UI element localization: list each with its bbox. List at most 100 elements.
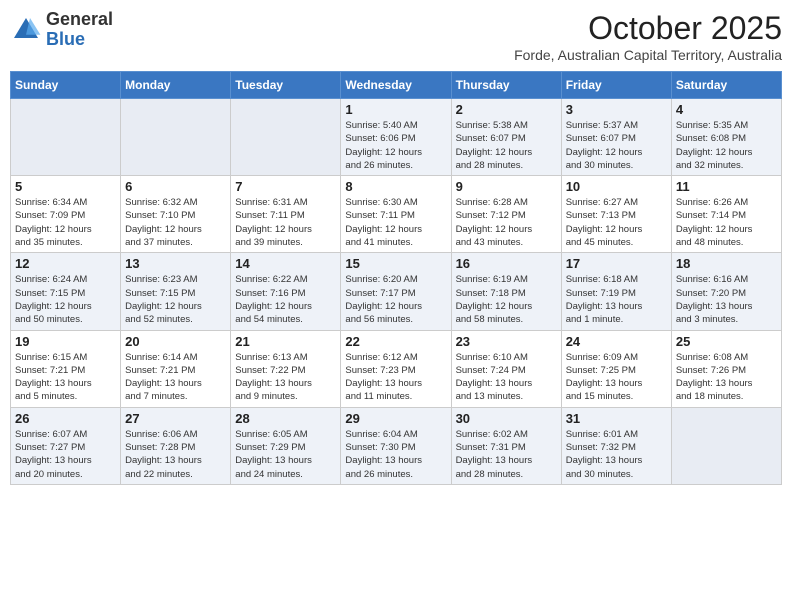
calendar-cell: 15Sunrise: 6:20 AM Sunset: 7:17 PM Dayli… — [341, 253, 451, 330]
location: Forde, Australian Capital Territory, Aus… — [514, 47, 782, 63]
calendar-cell: 9 Sunrise: 6:28 AM Sunset: 7:12 PM Daylig… — [451, 176, 561, 253]
day-number: 31 — [566, 411, 667, 426]
day-info: Sunrise: 6:24 AM Sunset: 7:15 PM Dayligh… — [15, 273, 116, 326]
day-info: Sunrise: 6:19 AM Sunset: 7:18 PM Dayligh… — [456, 273, 557, 326]
day-info: Sunrise: 6:07 AM Sunset: 7:27 PM Dayligh… — [15, 428, 116, 481]
day-number: 9 — [456, 179, 557, 194]
day-number: 28 — [235, 411, 336, 426]
calendar-header-row: SundayMondayTuesdayWednesdayThursdayFrid… — [11, 72, 782, 99]
calendar-cell: 21Sunrise: 6:13 AM Sunset: 7:22 PM Dayli… — [231, 330, 341, 407]
calendar-cell: 31 Sunrise: 6:01 AM Sunset: 7:32 PM Dayli… — [561, 407, 671, 484]
title-block: October 2025 Forde, Australian Capital T… — [514, 10, 782, 63]
day-number: 22 — [345, 334, 446, 349]
day-info: Sunrise: 6:16 AM Sunset: 7:20 PM Dayligh… — [676, 273, 777, 326]
col-header-monday: Monday — [121, 72, 231, 99]
day-info: Sunrise: 6:32 AM Sunset: 7:10 PM Dayligh… — [125, 196, 226, 249]
day-number: 2 — [456, 102, 557, 117]
day-info: Sunrise: 6:12 AM Sunset: 7:23 PM Dayligh… — [345, 351, 446, 404]
calendar-cell: 12 Sunrise: 6:24 AM Sunset: 7:15 PM Dayli… — [11, 253, 121, 330]
calendar-week-row: 19 Sunrise: 6:15 AM Sunset: 7:21 PM Dayli… — [11, 330, 782, 407]
calendar-cell: 16 Sunrise: 6:19 AM Sunset: 7:18 PM Dayli… — [451, 253, 561, 330]
day-info: Sunrise: 6:22 AM Sunset: 7:16 PM Dayligh… — [235, 273, 336, 326]
day-info: Sunrise: 6:08 AM Sunset: 7:26 PM Dayligh… — [676, 351, 777, 404]
calendar-cell: 23 Sunrise: 6:10 AM Sunset: 7:24 PM Dayli… — [451, 330, 561, 407]
day-number: 16 — [456, 256, 557, 271]
day-number: 25 — [676, 334, 777, 349]
day-number: 10 — [566, 179, 667, 194]
calendar-week-row: 12 Sunrise: 6:24 AM Sunset: 7:15 PM Dayli… — [11, 253, 782, 330]
day-info: Sunrise: 6:20 AM Sunset: 7:17 PM Dayligh… — [345, 273, 446, 326]
col-header-sunday: Sunday — [11, 72, 121, 99]
day-number: 17 — [566, 256, 667, 271]
calendar-cell: 2 Sunrise: 5:38 AM Sunset: 6:07 PM Daylig… — [451, 99, 561, 176]
day-number: 23 — [456, 334, 557, 349]
day-info: Sunrise: 6:14 AM Sunset: 7:21 PM Dayligh… — [125, 351, 226, 404]
month-year: October 2025 — [514, 10, 782, 47]
calendar-cell: 8 Sunrise: 6:30 AM Sunset: 7:11 PM Daylig… — [341, 176, 451, 253]
logo-icon — [10, 14, 42, 46]
day-info: Sunrise: 6:01 AM Sunset: 7:32 PM Dayligh… — [566, 428, 667, 481]
calendar-cell: 28 Sunrise: 6:05 AM Sunset: 7:29 PM Dayli… — [231, 407, 341, 484]
day-number: 6 — [125, 179, 226, 194]
calendar-cell: 30Sunrise: 6:02 AM Sunset: 7:31 PM Dayli… — [451, 407, 561, 484]
day-info: Sunrise: 6:04 AM Sunset: 7:30 PM Dayligh… — [345, 428, 446, 481]
calendar-cell: 5 Sunrise: 6:34 AM Sunset: 7:09 PM Daylig… — [11, 176, 121, 253]
calendar-week-row: 5 Sunrise: 6:34 AM Sunset: 7:09 PM Daylig… — [11, 176, 782, 253]
col-header-thursday: Thursday — [451, 72, 561, 99]
day-info: Sunrise: 6:05 AM Sunset: 7:29 PM Dayligh… — [235, 428, 336, 481]
col-header-tuesday: Tuesday — [231, 72, 341, 99]
day-number: 8 — [345, 179, 446, 194]
calendar-cell — [671, 407, 781, 484]
calendar-cell: 14 Sunrise: 6:22 AM Sunset: 7:16 PM Dayli… — [231, 253, 341, 330]
day-info: Sunrise: 6:06 AM Sunset: 7:28 PM Dayligh… — [125, 428, 226, 481]
day-info: Sunrise: 5:40 AM Sunset: 6:06 PM Dayligh… — [345, 119, 446, 172]
calendar-cell — [11, 99, 121, 176]
day-info: Sunrise: 6:18 AM Sunset: 7:19 PM Dayligh… — [566, 273, 667, 326]
logo-text: General Blue — [46, 10, 113, 50]
day-number: 27 — [125, 411, 226, 426]
col-header-friday: Friday — [561, 72, 671, 99]
day-info: Sunrise: 6:09 AM Sunset: 7:25 PM Dayligh… — [566, 351, 667, 404]
day-info: Sunrise: 6:30 AM Sunset: 7:11 PM Dayligh… — [345, 196, 446, 249]
calendar-cell: 22 Sunrise: 6:12 AM Sunset: 7:23 PM Dayli… — [341, 330, 451, 407]
day-number: 14 — [235, 256, 336, 271]
calendar-cell — [121, 99, 231, 176]
calendar-week-row: 1 Sunrise: 5:40 AM Sunset: 6:06 PM Daylig… — [11, 99, 782, 176]
calendar-cell: 6 Sunrise: 6:32 AM Sunset: 7:10 PM Daylig… — [121, 176, 231, 253]
day-info: Sunrise: 6:34 AM Sunset: 7:09 PM Dayligh… — [15, 196, 116, 249]
calendar-cell: 7Sunrise: 6:31 AM Sunset: 7:11 PM Daylig… — [231, 176, 341, 253]
day-number: 7 — [235, 179, 336, 194]
calendar-cell: 4Sunrise: 5:35 AM Sunset: 6:08 PM Daylig… — [671, 99, 781, 176]
calendar-cell: 13Sunrise: 6:23 AM Sunset: 7:15 PM Dayli… — [121, 253, 231, 330]
calendar-week-row: 26Sunrise: 6:07 AM Sunset: 7:27 PM Dayli… — [11, 407, 782, 484]
calendar-cell: 24 Sunrise: 6:09 AM Sunset: 7:25 PM Dayli… — [561, 330, 671, 407]
day-info: Sunrise: 5:37 AM Sunset: 6:07 PM Dayligh… — [566, 119, 667, 172]
day-number: 30 — [456, 411, 557, 426]
calendar-cell: 29 Sunrise: 6:04 AM Sunset: 7:30 PM Dayli… — [341, 407, 451, 484]
day-number: 12 — [15, 256, 116, 271]
calendar-cell: 1 Sunrise: 5:40 AM Sunset: 6:06 PM Daylig… — [341, 99, 451, 176]
calendar-cell — [231, 99, 341, 176]
logo-blue: Blue — [46, 29, 85, 49]
day-number: 3 — [566, 102, 667, 117]
day-number: 29 — [345, 411, 446, 426]
day-number: 18 — [676, 256, 777, 271]
day-info: Sunrise: 6:15 AM Sunset: 7:21 PM Dayligh… — [15, 351, 116, 404]
day-info: Sunrise: 6:13 AM Sunset: 7:22 PM Dayligh… — [235, 351, 336, 404]
calendar-cell: 18 Sunrise: 6:16 AM Sunset: 7:20 PM Dayli… — [671, 253, 781, 330]
day-number: 24 — [566, 334, 667, 349]
day-number: 11 — [676, 179, 777, 194]
day-info: Sunrise: 5:35 AM Sunset: 6:08 PM Dayligh… — [676, 119, 777, 172]
calendar-cell: 27 Sunrise: 6:06 AM Sunset: 7:28 PM Dayli… — [121, 407, 231, 484]
day-number: 1 — [345, 102, 446, 117]
day-number: 5 — [15, 179, 116, 194]
day-number: 13 — [125, 256, 226, 271]
day-info: Sunrise: 6:28 AM Sunset: 7:12 PM Dayligh… — [456, 196, 557, 249]
calendar-cell: 26Sunrise: 6:07 AM Sunset: 7:27 PM Dayli… — [11, 407, 121, 484]
day-info: Sunrise: 6:10 AM Sunset: 7:24 PM Dayligh… — [456, 351, 557, 404]
day-info: Sunrise: 5:38 AM Sunset: 6:07 PM Dayligh… — [456, 119, 557, 172]
col-header-saturday: Saturday — [671, 72, 781, 99]
calendar-table: SundayMondayTuesdayWednesdayThursdayFrid… — [10, 71, 782, 485]
day-number: 19 — [15, 334, 116, 349]
day-number: 20 — [125, 334, 226, 349]
